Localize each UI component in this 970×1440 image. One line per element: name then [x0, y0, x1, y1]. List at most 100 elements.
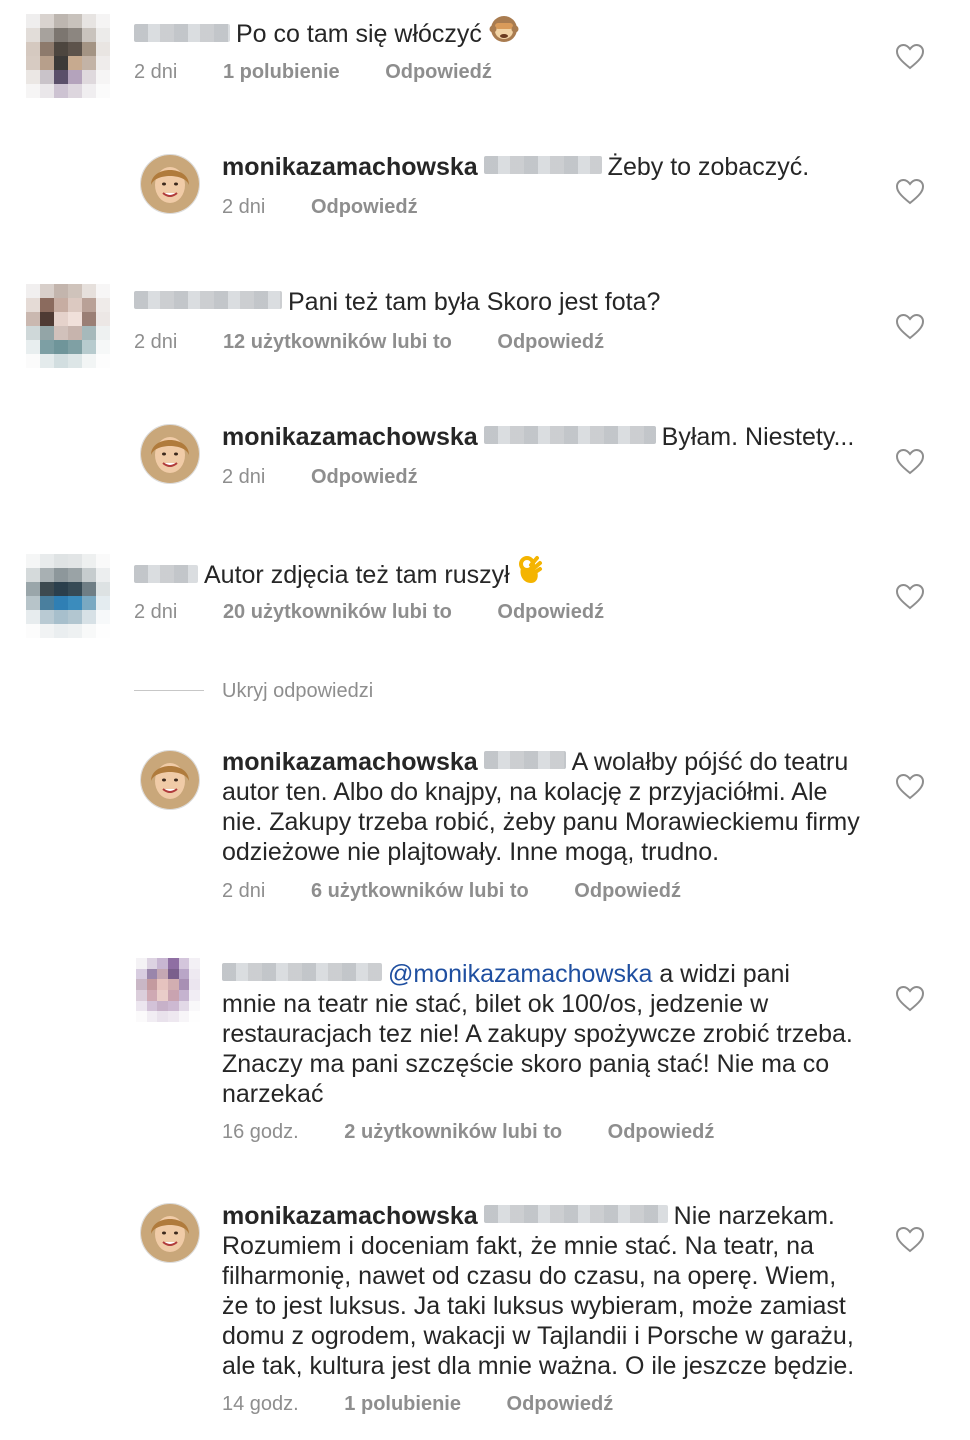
likes-count[interactable]: 20 użytkowników lubi to: [223, 601, 452, 624]
blurred-username[interactable]: [134, 23, 230, 42]
avatar[interactable]: [26, 14, 110, 98]
timestamp[interactable]: 2 dni: [134, 601, 177, 624]
username-link[interactable]: monikazamachowska: [222, 423, 478, 451]
pixelated-avatar-image: [26, 14, 110, 98]
avatar[interactable]: [140, 424, 200, 484]
comment-body: Po co tam się włóczyć: [134, 14, 519, 54]
comment-text-line: mnie na teatr nie stać, bilet ok 100/os,…: [222, 990, 769, 1018]
likes-count[interactable]: 6 użytkowników lubi to: [311, 880, 529, 903]
avatar[interactable]: [140, 750, 200, 810]
ok-hand-icon: [517, 555, 543, 592]
comment-body: Pani też tam była Skoro jest fota?: [134, 287, 660, 317]
blurred-username[interactable]: [483, 1205, 668, 1224]
comment-meta: 16 godz. 2 użytkowników lubi to Odpowied…: [222, 1121, 714, 1144]
comment-text: Autor zdjęcia też tam ruszył: [204, 561, 510, 590]
pixelated-avatar-image: [26, 554, 110, 638]
heart-outline-icon[interactable]: [895, 773, 925, 800]
reply-button[interactable]: Odpowiedź: [574, 880, 681, 903]
profile-photo: [141, 155, 199, 213]
username-link[interactable]: monikazamachowska: [222, 1202, 478, 1230]
comment-meta: 2 dni 1 polubienie Odpowiedź: [134, 61, 492, 84]
reply-button[interactable]: Odpowiedź: [497, 331, 604, 354]
comment-text-line: Rozumiem i doceniam fakt, że mnie stać. …: [222, 1232, 814, 1260]
timestamp[interactable]: 16 godz.: [222, 1121, 299, 1144]
timestamp[interactable]: 2 dni: [222, 880, 265, 903]
comment-body: monikazamachowska A wolałby pójść do teat…: [222, 747, 882, 867]
username-link[interactable]: monikazamachowska: [222, 153, 478, 181]
comment-text: Po co tam się włóczyć: [236, 20, 482, 49]
reply-button[interactable]: Odpowiedź: [311, 196, 418, 219]
heart-outline-icon[interactable]: [895, 985, 925, 1012]
profile-photo: [141, 1204, 199, 1262]
timestamp[interactable]: 2 dni: [134, 331, 177, 354]
heart-outline-icon[interactable]: [895, 583, 925, 610]
comment-body: @monikazamachowska a widzi pani mnie na …: [222, 959, 882, 1109]
pixelated-avatar-image: [26, 284, 110, 368]
heart-outline-icon[interactable]: [895, 1226, 925, 1253]
comment-meta: 2 dni 12 użytkowników lubi to Odpowiedź: [134, 331, 604, 354]
blurred-username[interactable]: [483, 426, 656, 445]
comment-text-line: domu z ogrodem, wakacji w Tajlandii i Po…: [222, 1322, 854, 1350]
comment-meta: 2 dni 6 użytkowników lubi to Odpowiedź: [222, 880, 681, 903]
comment-text-line: nie. Zakupy trzeba robić, żeby panu Mora…: [222, 808, 860, 836]
blurred-username[interactable]: [483, 751, 566, 770]
comment-text-line: ale tak, kultura jest dla mnie ważna. O …: [222, 1352, 855, 1380]
hide-replies-toggle[interactable]: Ukryj odpowiedzi: [134, 680, 434, 704]
comment-text-line: A wolałby pójść do teatru: [571, 748, 849, 776]
comment-text-line: autor ten. Albo do knajpy, na kolację z …: [222, 778, 828, 806]
profile-photo: [141, 425, 199, 483]
likes-count[interactable]: 1 polubienie: [344, 1393, 461, 1416]
comment-meta: 2 dni Odpowiedź: [222, 466, 418, 489]
hide-replies-label: Ukryj odpowiedzi: [222, 680, 374, 702]
comment-text-line: filharmonię, nawet od czasu do czasu, na…: [222, 1262, 837, 1290]
mention-link[interactable]: @monikazamachowska: [388, 960, 652, 988]
likes-count[interactable]: 2 użytkowników lubi to: [344, 1121, 562, 1144]
comment-meta: 14 godz. 1 polubienie Odpowiedź: [222, 1393, 613, 1416]
blurred-username[interactable]: [134, 291, 282, 310]
blurred-username[interactable]: [483, 156, 602, 175]
avatar[interactable]: [26, 284, 110, 368]
blurred-username[interactable]: [222, 963, 382, 982]
reply-button[interactable]: Odpowiedź: [497, 601, 604, 624]
comment-meta: 2 dni 20 użytkowników lubi to Odpowiedź: [134, 601, 604, 624]
likes-count[interactable]: 1 polubienie: [223, 61, 340, 84]
reply-button[interactable]: Odpowiedź: [311, 466, 418, 489]
comment-text-line: restauracjach tez nie! A zakupy spożywcz…: [222, 1020, 853, 1048]
comment-text-line: że to jest luksus. Ja taki luksus wybier…: [222, 1292, 846, 1320]
divider: [134, 690, 204, 691]
comment-text-line: narzekać: [222, 1080, 324, 1108]
heart-outline-icon[interactable]: [895, 448, 925, 475]
see-no-evil-monkey-icon: [489, 14, 519, 51]
avatar[interactable]: [136, 958, 200, 1022]
reply-button[interactable]: Odpowiedź: [385, 61, 492, 84]
comment-text: Byłam. Niestety...: [661, 423, 855, 451]
blurred-username[interactable]: [134, 564, 198, 583]
reply-button[interactable]: Odpowiedź: [608, 1121, 715, 1144]
heart-outline-icon[interactable]: [895, 313, 925, 340]
profile-photo: [141, 751, 199, 809]
timestamp[interactable]: 2 dni: [222, 196, 265, 219]
timestamp[interactable]: 14 godz.: [222, 1393, 299, 1416]
comment-text-line: odzieżowe nie plajtowały. Inne mogą, tru…: [222, 838, 720, 866]
username-link[interactable]: monikazamachowska: [222, 748, 478, 776]
heart-outline-icon[interactable]: [895, 178, 925, 205]
timestamp[interactable]: 2 dni: [134, 61, 177, 84]
comment-body: monikazamachowska Nie narzekam. Rozumiem …: [222, 1201, 882, 1381]
likes-count[interactable]: 12 użytkowników lubi to: [223, 331, 452, 354]
comment-text-line: Nie narzekam.: [673, 1202, 835, 1230]
comment-text-line: Znaczy ma pani szczęście skoro panią sta…: [222, 1050, 830, 1078]
comment-text-line: a widzi pani: [659, 960, 790, 988]
reply-button[interactable]: Odpowiedź: [507, 1393, 614, 1416]
comment-body: monikazamachowska Żeby to zobaczyć.: [222, 152, 809, 182]
comment-body: monikazamachowska Byłam. Niestety...: [222, 422, 854, 452]
avatar[interactable]: [26, 554, 110, 638]
heart-outline-icon[interactable]: [895, 43, 925, 70]
comment-meta: 2 dni Odpowiedź: [222, 196, 418, 219]
avatar[interactable]: [140, 1203, 200, 1263]
avatar[interactable]: [140, 154, 200, 214]
comment-body: Autor zdjęcia też tam ruszył: [134, 555, 543, 595]
pixelated-avatar-image: [136, 958, 200, 1022]
comment-text: Pani też tam była Skoro jest fota?: [288, 288, 661, 316]
timestamp[interactable]: 2 dni: [222, 466, 265, 489]
comment-text: Żeby to zobaczyć.: [607, 153, 810, 181]
